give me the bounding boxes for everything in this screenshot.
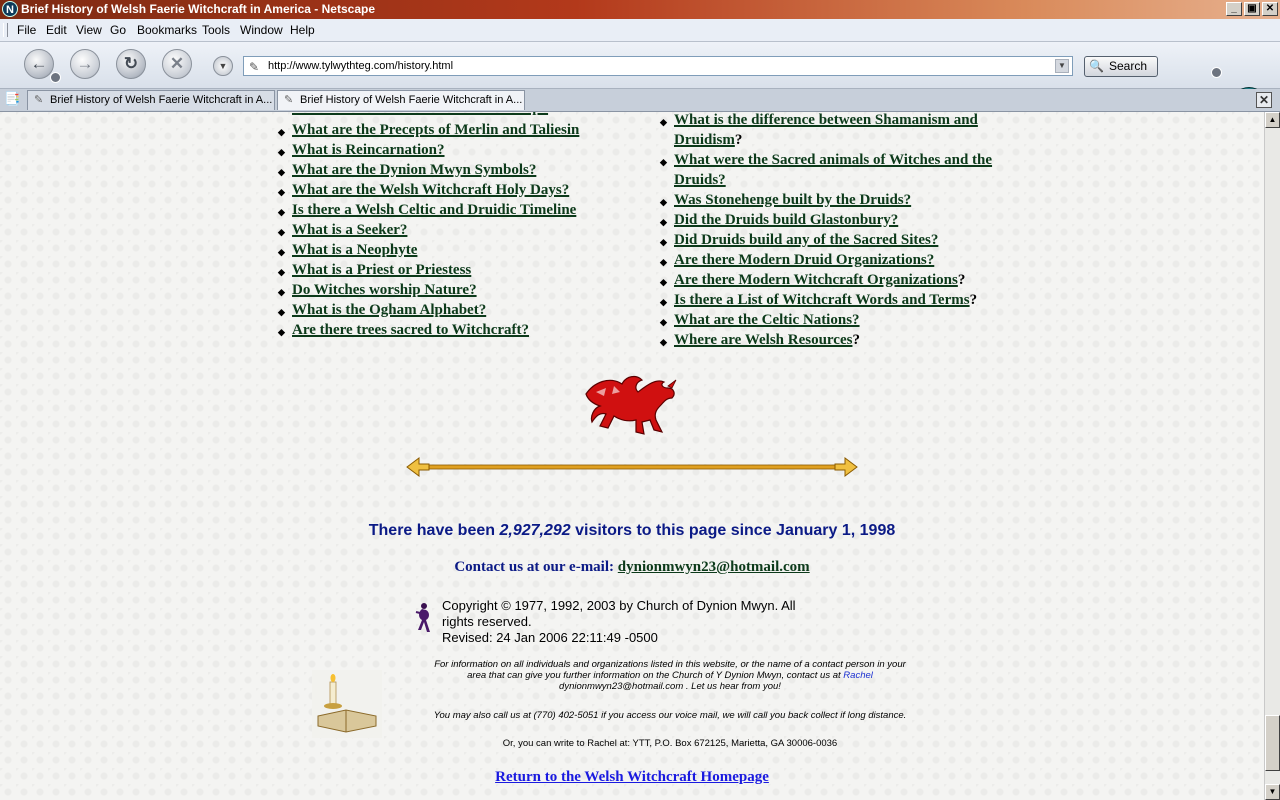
stop-button[interactable]: ✕ [162,49,192,79]
left-question[interactable]: ◆ Are there trees sacred to Witchcraft? [278,322,529,339]
right-question[interactable]: ◆ What were the Sacred animals of Witches… [660,152,992,169]
copyright-block: Copyright © 1977, 1992, 2003 by Church o… [442,598,796,645]
print-dropdown[interactable] [1211,67,1222,78]
scroll-up-button[interactable]: ▲ [1265,112,1280,128]
page-content: What Gods do Welsh Witches Worship? ◆Wha… [0,112,1264,800]
phone-paragraph: You may also call us at (770) 402-5051 i… [433,710,907,721]
left-question[interactable]: ◆ What is the Ogham Alphabet? [278,302,486,319]
menu-view[interactable]: View [76,23,102,37]
forward-arrow-icon: → [76,54,94,73]
url-text: http://www.tylwythteg.com/history.html [268,60,454,72]
menu-window[interactable]: Window [240,23,283,37]
left-question[interactable]: ◆ What is a Priest or Priestess [278,262,471,279]
search-button[interactable]: 🔍 Search [1084,56,1158,77]
minimize-button[interactable]: _ [1226,2,1242,16]
menu-bar: File Edit View Go Bookmarks Tools Window… [0,19,1280,42]
left-question[interactable]: ◆ Is there a Welsh Celtic and Druidic Tim… [278,202,576,219]
scrollbar-thumb[interactable] [1265,715,1280,771]
tab-bar: 📑 ✎ Brief History of Welsh Faerie Witchc… [0,89,1280,112]
left-question[interactable]: ◆ What are the Precepts of Merlin and Tal… [278,122,579,139]
forward-button[interactable]: → [70,49,100,79]
right-question[interactable]: ◆ Is there a List of Witchcraft Words and… [660,292,977,309]
back-arrow-icon: ← [30,54,48,73]
close-tab-button[interactable]: ✕ [1256,92,1272,108]
vertical-scrollbar[interactable]: ▲ ▼ [1264,112,1280,800]
visitor-counter: There have been 2,927,292 visitors to th… [368,522,896,539]
rachel-link[interactable]: Rachel [843,670,873,681]
left-question[interactable]: ◆ What is a Seeker? [278,222,407,239]
page-icon: ✎ [34,94,44,106]
back-history-dropdown[interactable] [50,72,61,83]
bookmarks-sidebar-icon[interactable]: 📑 [4,91,20,107]
menu-tools[interactable]: Tools [202,23,230,37]
right-question[interactable]: ◆ Did Druids build any of the Sacred Site… [660,232,938,249]
page-icon: ✎ [284,94,294,106]
right-question[interactable]: ◆ Are there Modern Witchcraft Organizatio… [660,272,965,289]
menu-file[interactable]: File [17,23,36,37]
right-question[interactable]: ◆ Where are Welsh Resources? [660,332,860,349]
tab-label: Brief History of Welsh Faerie Witchcraft… [300,94,523,106]
info-paragraph: For information on all individuals and o… [434,659,906,692]
kokopelli-icon [415,603,430,632]
close-window-button[interactable]: ✕ [1262,2,1278,16]
menu-help[interactable]: Help [290,23,315,37]
window-title: Brief History of Welsh Faerie Witchcraft… [21,2,375,16]
netscape-app-icon: N [2,1,18,17]
left-question[interactable]: ◆ What is a Neophyte [278,242,417,259]
left-question[interactable]: ◆ What is Reincarnation? [278,142,445,159]
return-home-link[interactable]: Return to the Welsh Witchcraft Homepage [495,769,769,785]
left-question-cutoff[interactable]: What Gods do Welsh Witches Worship? [292,112,548,117]
welsh-dragon-icon [585,375,677,435]
left-question[interactable]: ◆ What are the Welsh Witchcraft Holy Days… [278,182,569,199]
reload-icon: ↻ [123,54,139,73]
contact-line: Contact us at our e-mail: dynionmwyn23@h… [454,559,810,575]
return-home-link-container: Return to the Welsh Witchcraft Homepage [0,769,1264,786]
stop-icon: ✕ [169,54,185,73]
reload-button[interactable]: ↻ [116,49,146,79]
tab-label: Brief History of Welsh Faerie Witchcraft… [50,94,273,106]
right-question-continuation[interactable]: Druidism? [674,132,742,149]
tab-1[interactable]: ✎ Brief History of Welsh Faerie Witchcra… [27,90,275,110]
url-dropdown-arrow[interactable]: ▼ [1055,59,1069,73]
window-controls: _ ▣ ✕ [1226,2,1278,16]
left-question[interactable]: ◆ What are the Dynion Mwyn Symbols? [278,162,536,179]
menu-grip[interactable] [3,23,8,37]
search-button-label: Search [1109,59,1148,73]
gold-divider [406,457,858,477]
right-question[interactable]: ◆ Did the Druids build Glastonbury? [660,212,898,229]
candle-book-image [312,670,382,738]
url-input[interactable]: ✎ http://www.tylwythteg.com/history.html… [243,56,1073,76]
tab-2[interactable]: ✎ Brief History of Welsh Faerie Witchcra… [277,90,525,110]
right-question[interactable]: ◆ Are there Modern Druid Organizations? [660,252,934,269]
scroll-down-button[interactable]: ▼ [1265,784,1280,800]
restore-button[interactable]: ▣ [1244,2,1260,16]
right-question[interactable]: ◆ What are the Celtic Nations? [660,312,860,329]
address-history-dropdown[interactable]: ▼ [213,56,233,76]
right-question[interactable]: ◆ Was Stonehenge built by the Druids? [660,192,911,209]
right-question[interactable]: ◆ What is the difference between Shamanis… [660,112,978,129]
menu-bookmarks[interactable]: Bookmarks [137,23,197,37]
page-proxy-icon: ✎ [249,60,260,74]
menu-edit[interactable]: Edit [46,23,67,37]
mail-paragraph: Or, you can write to Rachel at: YTT, P.O… [502,738,838,749]
menu-go[interactable]: Go [110,23,126,37]
window-title-bar[interactable]: N Brief History of Welsh Faerie Witchcra… [0,0,1280,19]
right-question-continuation[interactable]: Druids? [674,172,726,189]
left-question[interactable]: ◆ Do Witches worship Nature? [278,282,477,299]
search-icon: 🔍 [1089,59,1104,73]
visitor-count: 2,927,292 [499,522,571,539]
contact-email-link[interactable]: dynionmwyn23@hotmail.com [618,559,810,575]
